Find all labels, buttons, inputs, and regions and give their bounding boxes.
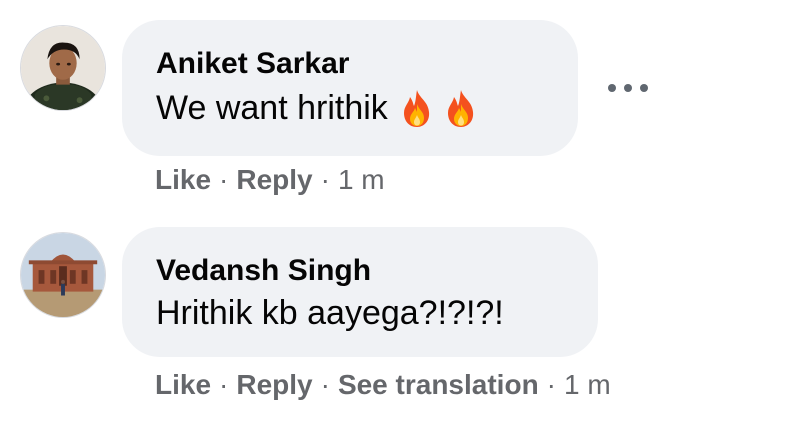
user-avatar-photo — [21, 233, 105, 317]
dot — [608, 84, 616, 92]
reply-button[interactable]: Reply — [236, 163, 312, 197]
fire-emoji-icon — [398, 88, 436, 128]
separator: · — [320, 164, 330, 195]
dot — [624, 84, 632, 92]
separator: · — [219, 164, 229, 195]
like-button[interactable]: Like — [155, 368, 211, 402]
separator: · — [320, 369, 330, 400]
comment-text: We want hrithik — [156, 86, 544, 130]
like-button[interactable]: Like — [155, 163, 211, 197]
separator: · — [219, 369, 229, 400]
comment-author[interactable]: Vedansh Singh — [156, 253, 564, 289]
user-avatar-photo — [21, 26, 105, 110]
reply-button[interactable]: Reply — [236, 368, 312, 402]
comment-actions: Like · Reply · See translation · 1 m — [155, 368, 611, 402]
see-translation-button[interactable]: See translation — [338, 368, 539, 402]
comment-text-content: We want hrithik — [156, 89, 388, 127]
comment-actions: Like · Reply · 1 m — [155, 163, 385, 197]
separator: · — [546, 369, 556, 400]
comment-bubble: Vedansh Singh Hrithik kb aayega?!?!?! — [122, 227, 598, 357]
timestamp[interactable]: 1 m — [338, 163, 385, 197]
avatar[interactable] — [20, 232, 106, 318]
comment-text-content: Hrithik kb aayega?!?!?! — [156, 294, 504, 332]
timestamp[interactable]: 1 m — [564, 368, 611, 402]
more-options-icon[interactable] — [608, 78, 648, 98]
fire-emoji-icon — [442, 88, 480, 128]
avatar[interactable] — [20, 25, 106, 111]
comment-author[interactable]: Aniket Sarkar — [156, 46, 544, 82]
comment-text: Hrithik kb aayega?!?!?! — [156, 291, 564, 335]
dot — [640, 84, 648, 92]
comment-bubble: Aniket Sarkar We want hrithik — [122, 20, 578, 156]
